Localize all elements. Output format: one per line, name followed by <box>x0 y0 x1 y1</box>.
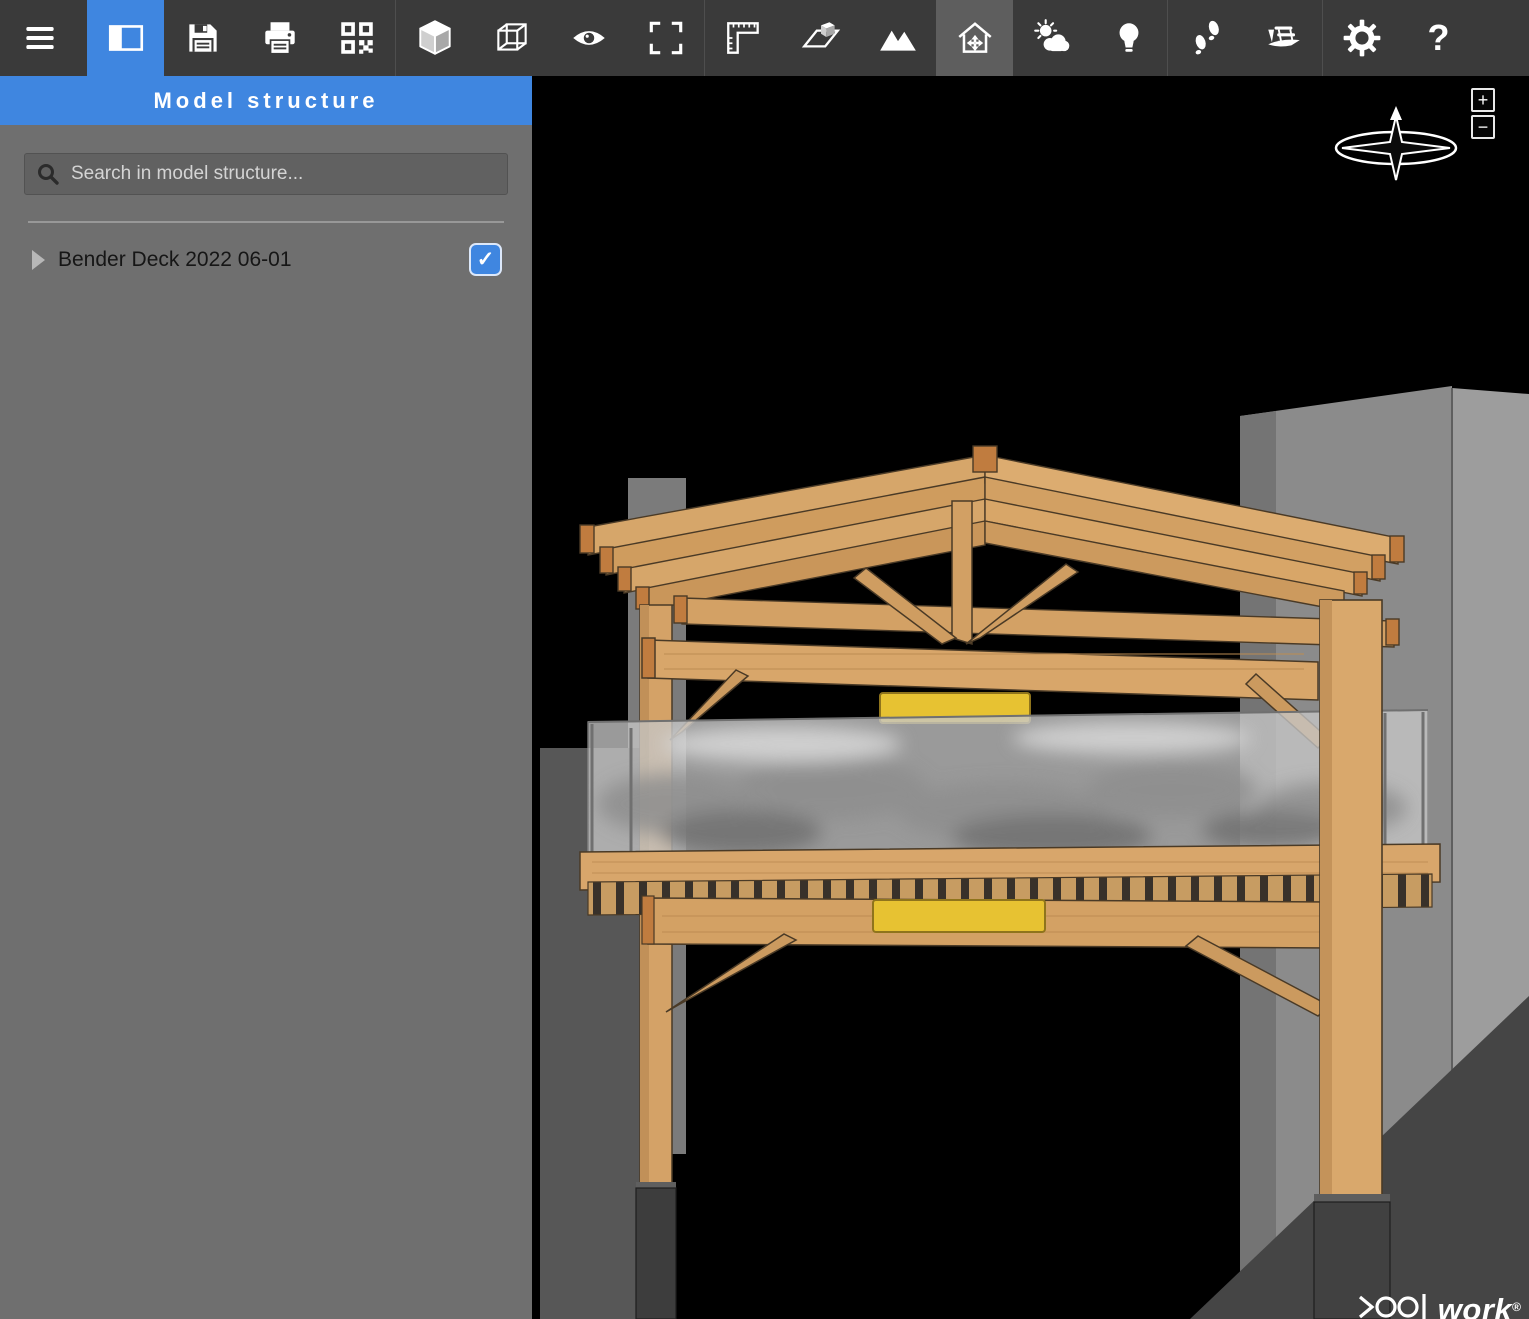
search-field-wrap <box>24 153 508 195</box>
visibility-checkbox[interactable]: ✓ <box>469 243 502 276</box>
panel-toggle-icon <box>105 17 147 59</box>
light-button[interactable] <box>1090 0 1167 76</box>
checkmark-icon: ✓ <box>477 247 495 272</box>
flyover-plane-icon <box>1263 17 1305 59</box>
panel-title-text: Model structure <box>153 88 378 114</box>
wireframe-view-button[interactable] <box>473 0 550 76</box>
chevron-right-icon[interactable] <box>24 245 52 275</box>
walkthrough-footsteps-icon <box>1186 17 1228 59</box>
watermark-text: work <box>1438 1292 1512 1319</box>
measure-icon <box>723 17 765 59</box>
home-view-icon <box>954 17 996 59</box>
panel-toggle-button[interactable] <box>87 0 164 76</box>
watermark-mark-icon <box>1356 1290 1434 1319</box>
visibility-icon <box>568 17 610 59</box>
measure-button[interactable] <box>705 0 782 76</box>
flyover-button[interactable] <box>1245 0 1322 76</box>
terrain-button[interactable] <box>859 0 936 76</box>
print-icon <box>259 17 301 59</box>
help-icon: ? <box>1428 20 1450 56</box>
clipping-plane-icon <box>800 17 842 59</box>
menu-button[interactable] <box>0 0 80 76</box>
save-button[interactable] <box>164 0 241 76</box>
visibility-button[interactable] <box>550 0 627 76</box>
terrain-icon <box>877 17 919 59</box>
light-bulb-icon <box>1108 17 1150 59</box>
compass-icon[interactable] <box>1328 100 1464 196</box>
clipping-plane-button[interactable] <box>782 0 859 76</box>
model-structure-panel: Model structure Bender Deck 2022 06-01 ✓ <box>0 76 532 1319</box>
settings-button[interactable] <box>1323 0 1400 76</box>
zoom-in-button[interactable]: + <box>1471 88 1495 112</box>
shadows-button[interactable] <box>1013 0 1090 76</box>
zoom-extents-button[interactable] <box>627 0 704 76</box>
qr-code-icon <box>336 17 378 59</box>
menu-icon <box>19 17 61 59</box>
viewport-3d[interactable]: + − work ® <box>532 76 1529 1319</box>
zoom-extents-icon <box>645 17 687 59</box>
sidebar-divider <box>28 221 504 223</box>
wireframe-view-icon <box>491 17 533 59</box>
zoom-out-button[interactable]: − <box>1471 115 1495 139</box>
settings-gear-icon <box>1341 17 1383 59</box>
shadows-weather-icon <box>1031 17 1073 59</box>
tree-item-root[interactable]: Bender Deck 2022 06-01 ✓ <box>0 237 532 282</box>
panel-title: Model structure <box>0 76 532 125</box>
zoom-controls: + − <box>1471 88 1495 139</box>
print-button[interactable] <box>241 0 318 76</box>
solid-view-button[interactable] <box>396 0 473 76</box>
save-icon <box>182 17 224 59</box>
search-input[interactable] <box>24 153 508 195</box>
main-toolbar: ? <box>0 0 1529 76</box>
home-view-button[interactable] <box>936 0 1013 76</box>
walkthrough-button[interactable] <box>1168 0 1245 76</box>
qr-code-button[interactable] <box>318 0 395 76</box>
help-button[interactable]: ? <box>1400 0 1477 76</box>
watermark-logo: work ® <box>1356 1290 1521 1319</box>
tree-item-label: Bender Deck 2022 06-01 <box>58 248 469 272</box>
model-render <box>532 76 1529 1319</box>
solid-view-icon <box>414 17 456 59</box>
watermark-registered-mark: ® <box>1512 1300 1521 1314</box>
